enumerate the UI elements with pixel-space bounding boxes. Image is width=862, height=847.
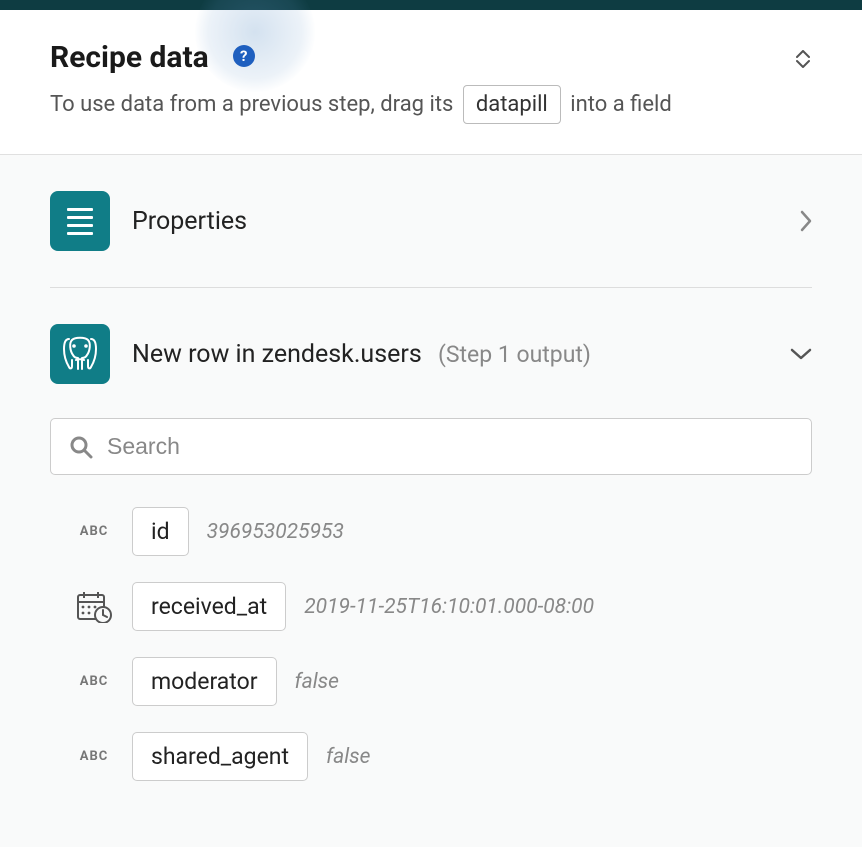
chevron-down-icon: [790, 348, 812, 360]
collapse-toggle-icon[interactable]: [796, 50, 810, 68]
datapill-id[interactable]: id: [132, 507, 189, 556]
datapill-list: ABC id 396953025953: [50, 507, 812, 781]
chevron-up-icon: [796, 50, 810, 59]
datapill-row: ABC id 396953025953: [74, 507, 812, 556]
chevron-down-icon: [796, 59, 810, 68]
subtitle-suffix: into a field: [570, 92, 672, 117]
divider: [50, 287, 812, 288]
type-badge-date: [74, 591, 114, 623]
section-properties[interactable]: Properties: [50, 185, 812, 257]
datapill-value: false: [326, 745, 370, 769]
elephant-icon: [62, 335, 98, 373]
step1-meta: (Step 1 output): [438, 341, 591, 368]
panel-title: Recipe data: [50, 40, 209, 75]
step1-title: New row in zendesk.users: [132, 340, 422, 369]
top-bar: [0, 0, 862, 10]
datapill-shared-agent[interactable]: shared_agent: [132, 732, 308, 781]
type-badge-string: ABC: [74, 674, 114, 689]
postgres-icon: [50, 324, 110, 384]
datapill-moderator[interactable]: moderator: [132, 657, 277, 706]
datapill-row: ABC moderator false: [74, 657, 812, 706]
type-badge-string: ABC: [74, 524, 114, 539]
section-label: Properties: [132, 207, 778, 236]
panel-subtitle: To use data from a previous step, drag i…: [50, 85, 812, 124]
help-icon[interactable]: ?: [233, 45, 255, 67]
datapill-received-at[interactable]: received_at: [132, 582, 286, 631]
panel-header: Recipe data ? To use data from a previou…: [0, 10, 862, 155]
panel-content: Properties New row in zendesk.users: [0, 155, 862, 847]
search-icon: [69, 435, 93, 459]
search-box[interactable]: [50, 418, 812, 475]
section-step1[interactable]: New row in zendesk.users (Step 1 output): [50, 318, 812, 390]
properties-icon: [50, 191, 110, 251]
type-badge-string: ABC: [74, 749, 114, 764]
list-icon: [67, 208, 93, 235]
chevron-right-icon: [800, 210, 812, 232]
datapill-chip: datapill: [463, 85, 561, 124]
datapill-value: 2019-11-25T16:10:01.000-08:00: [304, 595, 594, 619]
search-input[interactable]: [107, 433, 793, 460]
section-label: New row in zendesk.users (Step 1 output): [132, 340, 768, 369]
datapill-row: received_at 2019-11-25T16:10:01.000-08:0…: [74, 582, 812, 631]
datapill-row: ABC shared_agent false: [74, 732, 812, 781]
datapill-value: 396953025953: [207, 520, 344, 544]
subtitle-prefix: To use data from a previous step, drag i…: [50, 92, 459, 117]
datapill-value: false: [295, 670, 339, 694]
calendar-clock-icon: [76, 591, 112, 623]
